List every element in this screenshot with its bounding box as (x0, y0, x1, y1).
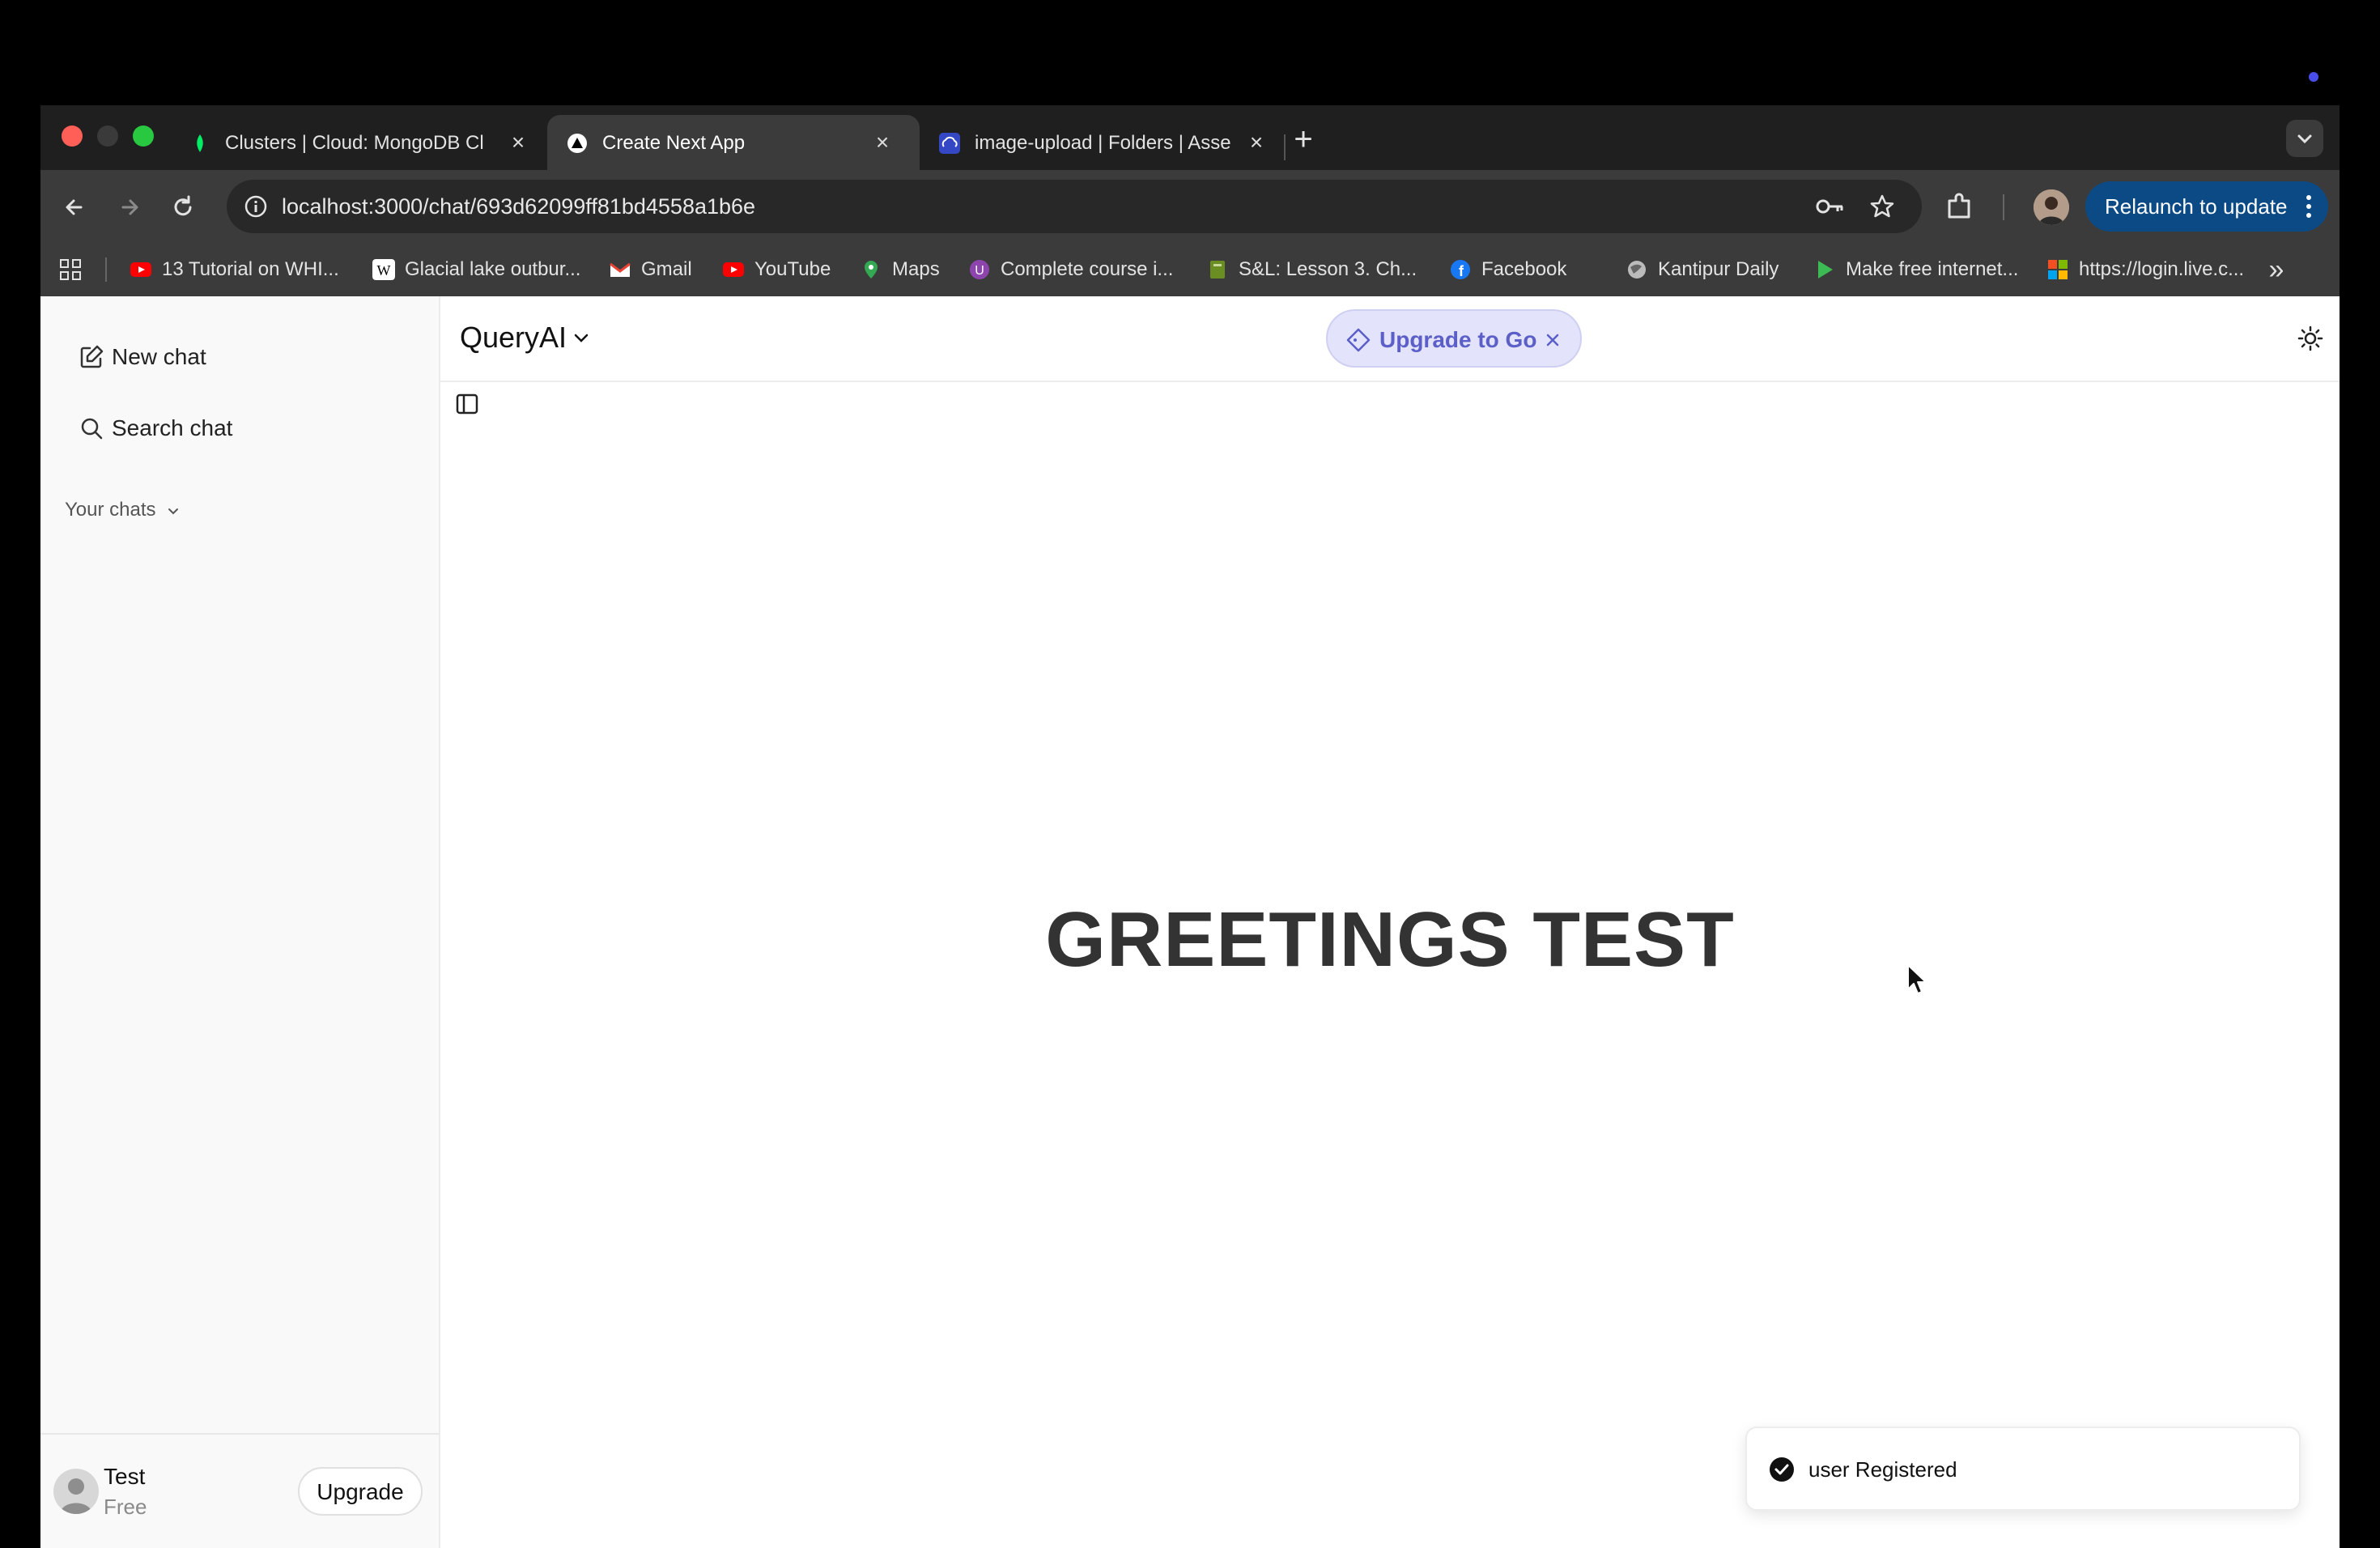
book-icon (1210, 261, 1225, 279)
new-chat-label: New chat (112, 344, 206, 369)
vercel-triangle-icon (567, 134, 587, 153)
bookmark-label: 13 Tutorial on WHI... (162, 258, 339, 280)
browser-window: Clusters | Cloud: MongoDB Cl × Create Ne… (40, 105, 2340, 1548)
ticket-icon (1346, 328, 1371, 352)
chevron-down-icon[interactable] (572, 329, 591, 348)
svg-text:f: f (1459, 263, 1464, 279)
reload-icon[interactable] (165, 189, 201, 225)
address-bar[interactable]: localhost:3000/chat/693d62099ff81bd4558a… (227, 180, 1922, 233)
bookmarks-bar: 13 Tutorial on WHI... W Glacial lake out… (40, 243, 2340, 297)
extensions-puzzle-icon[interactable] (1943, 191, 1975, 223)
tab-close-icon[interactable]: × (1242, 128, 1271, 157)
bookmark-label: Complete course i... (1001, 258, 1174, 280)
relaunch-label: Relaunch to update (2105, 194, 2288, 219)
bookmark-label: Glacial lake outbur... (405, 258, 581, 280)
window-close-button[interactable] (62, 125, 83, 147)
bookmark-label: Maps (892, 258, 940, 280)
bookmark-label: Kantipur Daily (1658, 258, 1779, 280)
upgrade-button[interactable]: Upgrade (298, 1467, 423, 1516)
profile-photo-icon (2034, 189, 2069, 225)
browser-toolbar: localhost:3000/chat/693d62099ff81bd4558a… (40, 170, 2340, 243)
tab-search-button[interactable] (2286, 120, 2323, 157)
window-minimize-button[interactable] (97, 125, 118, 147)
tab-title: Create Next App (602, 133, 746, 154)
bookmark-label: Make free internet... (1846, 258, 2019, 280)
mongodb-leaf-icon (197, 134, 203, 152)
maps-pin-icon (865, 261, 878, 279)
back-arrow-icon[interactable] (57, 189, 92, 225)
bookmark-label: Facebook (1481, 258, 1567, 280)
tab-separator (1284, 134, 1286, 160)
youtube-icon (723, 262, 744, 277)
forward-arrow-icon[interactable] (112, 189, 147, 225)
sun-icon[interactable] (2297, 325, 2323, 351)
check-circle-icon (1770, 1457, 1794, 1482)
play-icon (1818, 261, 1833, 279)
site-info-icon[interactable] (243, 194, 269, 219)
bookmark-label: YouTube (754, 258, 831, 280)
your-chats-toggle[interactable]: Your chats (65, 499, 181, 521)
edit-icon (80, 345, 104, 368)
chat-header: QueryAI Upgrade to Go (440, 296, 2340, 382)
toast-notification: user Registered (1745, 1427, 2301, 1511)
youtube-icon (130, 262, 151, 277)
gmail-icon (610, 262, 631, 277)
user-name: Test (104, 1464, 146, 1489)
tab-mongodb[interactable]: Clusters | Cloud: MongoDB Cl × (170, 115, 559, 170)
window-maximize-button[interactable] (133, 125, 154, 147)
tab-title: Clusters | Cloud: MongoDB Cl (225, 133, 484, 154)
user-panel: Test Free Upgrade (40, 1433, 439, 1548)
relaunch-to-update-button[interactable]: Relaunch to update (2085, 181, 2328, 232)
model-selector[interactable]: QueryAI (460, 321, 567, 355)
tab-title: image-upload | Folders | Asse (975, 133, 1231, 154)
mouse-cursor-icon (1907, 964, 1927, 994)
sidebar-toggle-icon[interactable] (455, 392, 479, 416)
upgrade-to-go-pill[interactable]: Upgrade to Go (1326, 309, 1582, 368)
bookmark-label: S&L: Lesson 3. Ch... (1239, 258, 1417, 280)
tab-close-icon[interactable]: × (504, 128, 533, 157)
toast-message: user Registered (1808, 1457, 1957, 1482)
chevron-down-icon (2297, 134, 2312, 144)
bookmark-label: Gmail (641, 258, 692, 280)
sidebar: New chat Search chat Your chats Test Fre… (40, 296, 440, 1548)
user-avatar-icon (60, 1478, 92, 1514)
upgrade-pill-label: Upgrade to Go (1379, 327, 1537, 352)
search-chat-button[interactable]: Search chat (70, 403, 410, 452)
tab-strip: Clusters | Cloud: MongoDB Cl × Create Ne… (40, 105, 2340, 170)
svg-text:W: W (377, 262, 391, 279)
apps-grid-icon[interactable] (58, 257, 83, 282)
tab-cloudinary[interactable]: image-upload | Folders | Asse × (920, 115, 1292, 170)
microsoft-icon (2048, 260, 2068, 279)
tab-close-icon[interactable]: × (868, 128, 897, 157)
bookmark-label: https://login.live.c... (2079, 258, 2245, 280)
bookmarks-separator (105, 257, 107, 282)
profile-avatar[interactable] (2034, 189, 2069, 225)
tab-create-next-app[interactable]: Create Next App × (547, 115, 920, 170)
screen-recording-dot (2309, 72, 2318, 82)
wikipedia-icon: W (372, 259, 395, 280)
facebook-icon: f (1451, 260, 1470, 279)
svg-text:U: U (975, 264, 984, 278)
course-icon: U (970, 260, 989, 279)
new-tab-button[interactable]: + (1287, 123, 1320, 157)
password-key-icon[interactable] (1813, 194, 1846, 219)
new-chat-button[interactable]: New chat (70, 332, 410, 381)
greeting-heading: GREETINGS TEST (1045, 896, 1735, 983)
search-icon (81, 418, 103, 440)
user-plan: Free (104, 1495, 147, 1519)
toolbar-separator (2003, 194, 2004, 220)
avatar[interactable] (53, 1469, 99, 1514)
close-icon[interactable] (1541, 329, 1564, 351)
your-chats-label: Your chats (65, 499, 156, 521)
cloudinary-icon (939, 133, 960, 154)
bookmarks-overflow-button[interactable]: » (2262, 256, 2291, 285)
app-viewport: New chat Search chat Your chats Test Fre… (40, 296, 2340, 1548)
chevron-down-icon (168, 508, 179, 515)
globe-icon (1628, 261, 1646, 279)
more-vertical-icon[interactable] (2306, 193, 2312, 220)
main-panel: QueryAI Upgrade to Go GREETINGS TEST (440, 296, 2340, 1548)
bookmark-star-icon[interactable] (1868, 193, 1896, 220)
search-chat-label: Search chat (112, 415, 233, 440)
url-text[interactable]: localhost:3000/chat/693d62099ff81bd4558a… (282, 194, 755, 219)
